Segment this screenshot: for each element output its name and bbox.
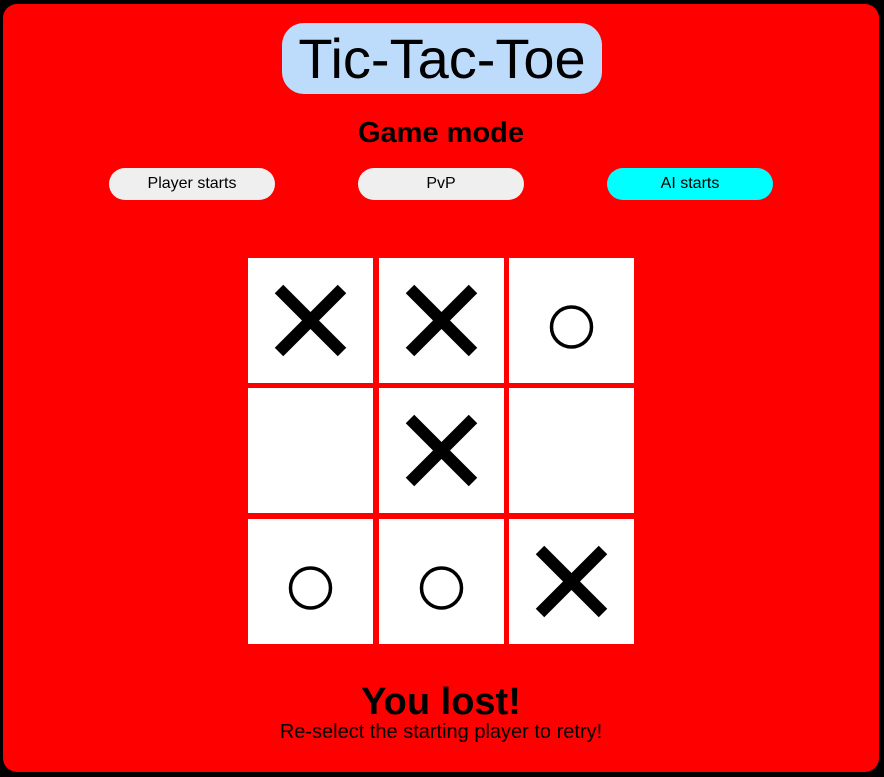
x-mark-icon <box>405 284 478 357</box>
board-cell-6[interactable] <box>509 388 634 513</box>
board-cell-7[interactable] <box>248 519 373 644</box>
x-mark-icon <box>274 284 347 357</box>
board-cell-3[interactable] <box>509 258 634 383</box>
ai-starts-button[interactable]: AI starts <box>607 168 773 200</box>
game-mode-heading: Game mode <box>358 117 524 149</box>
x-mark-icon <box>535 545 608 618</box>
retry-hint: Re-select the starting player to retry! <box>279 721 603 743</box>
board-cell-4[interactable] <box>248 388 373 513</box>
board-cell-1[interactable] <box>248 258 373 383</box>
page-title: Tic-Tac-Toe <box>282 23 602 94</box>
pvp-button[interactable]: PvP <box>358 168 524 200</box>
x-mark-icon <box>405 414 478 487</box>
result-message: You lost! <box>361 681 521 723</box>
game-window: Tic-Tac-Toe Game mode Player starts PvP … <box>3 4 879 772</box>
o-mark-icon <box>419 566 464 610</box>
o-mark-icon <box>288 566 333 610</box>
player-starts-button[interactable]: Player starts <box>109 168 275 200</box>
o-mark-icon <box>549 305 594 349</box>
board-cell-5[interactable] <box>379 388 504 513</box>
board-cell-9[interactable] <box>509 519 634 644</box>
game-board <box>248 258 634 644</box>
board-cell-8[interactable] <box>379 519 504 644</box>
board-cell-2[interactable] <box>379 258 504 383</box>
